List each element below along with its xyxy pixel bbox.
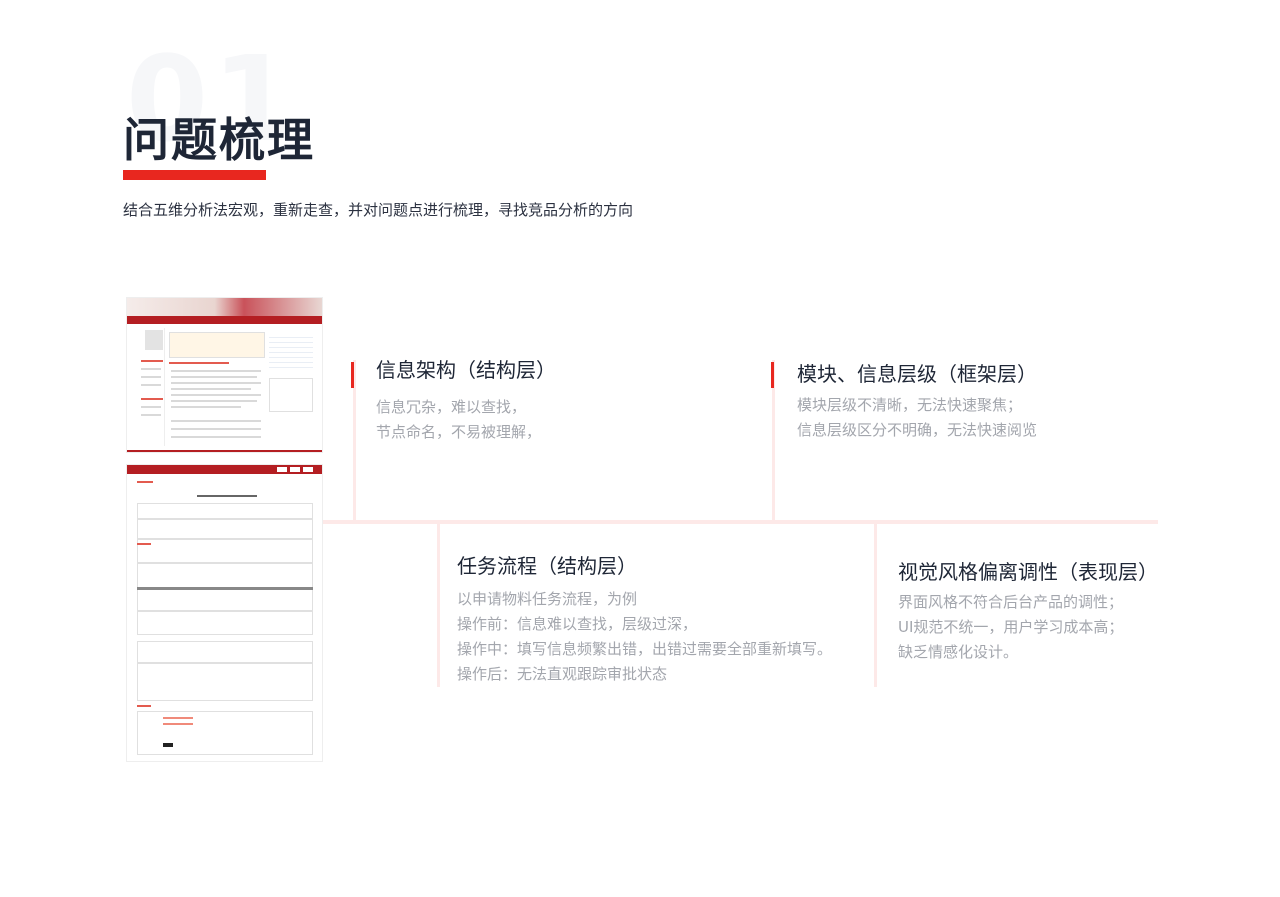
title-underline	[123, 170, 266, 180]
timeline-horizontal	[323, 520, 1158, 524]
old-dashboard-screenshot	[126, 297, 323, 453]
card-title-task-flow: 任务流程（结构层）	[457, 554, 637, 578]
card-text: 缺乏情感化设计。	[898, 643, 1019, 661]
card-text: 节点命名，不易被理解，	[376, 423, 542, 441]
timeline-vertical-4	[874, 524, 877, 687]
card-text: UI规范不统一，用户学习成本高；	[898, 618, 1124, 636]
page-title: 问题梳理	[123, 113, 315, 167]
card-text: 操作后：无法直观跟踪审批状态	[457, 665, 668, 683]
old-form-screenshot	[126, 464, 323, 762]
card-text: 操作前：信息难以查找，层级过深，	[457, 615, 698, 633]
card-text: 操作中：填写信息频繁出错，出错过需要全部重新填写。	[457, 640, 833, 658]
card-title-module-hierarchy: 模块、信息层级（框架层）	[797, 362, 1037, 386]
accent-mark-1	[351, 362, 354, 388]
timeline-vertical-3	[437, 524, 440, 687]
accent-mark-2	[771, 362, 774, 388]
card-text: 界面风格不符合后台产品的调性；	[898, 593, 1124, 611]
card-title-visual-style: 视觉风格偏离调性（表现层）	[898, 560, 1158, 584]
card-text: 信息冗杂，难以查找，	[376, 398, 527, 416]
page-subtitle: 结合五维分析法宏观，重新走查，并对问题点进行梳理，寻找竞品分析的方向	[123, 201, 634, 219]
card-title-info-architecture: 信息架构（结构层）	[376, 358, 556, 382]
card-text: 信息层级区分不明确，无法快速阅览	[797, 421, 1038, 439]
card-text: 模块层级不清晰，无法快速聚焦；	[797, 396, 1023, 414]
card-text: 以申请物料任务流程，为例	[457, 590, 638, 608]
